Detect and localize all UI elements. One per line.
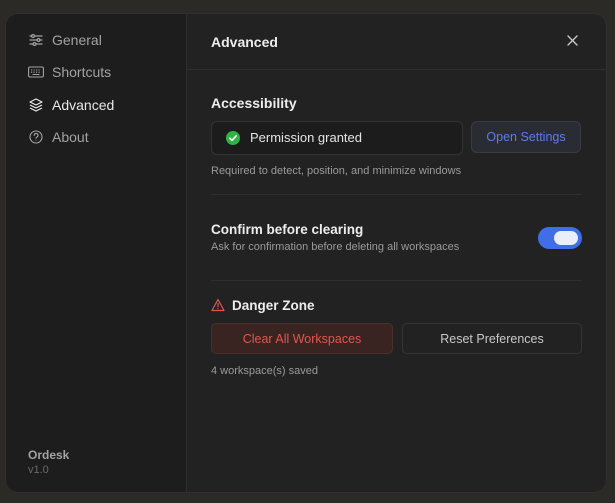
confirm-clearing-title: Confirm before clearing [211,222,364,237]
reset-preferences-button[interactable]: Reset Preferences [402,323,582,354]
accessibility-title: Accessibility [211,95,297,111]
section-divider [211,194,582,195]
sidebar-item-advanced[interactable]: Advanced [6,91,186,119]
open-settings-button[interactable]: Open Settings [471,121,581,153]
keyboard-icon [27,63,45,81]
clear-all-workspaces-button[interactable]: Clear All Workspaces [211,323,393,354]
section-divider [211,280,582,281]
app-name: Ordesk [28,448,70,462]
settings-window: General Shortcuts Advanced About Ordesk … [6,14,606,492]
danger-zone-title: Danger Zone [232,298,315,313]
sidebar-item-label: Advanced [52,97,115,113]
app-version: v1.0 [28,464,49,476]
sidebar-item-label: About [52,129,89,145]
confirm-clearing-toggle[interactable] [538,227,582,249]
toggle-knob [554,231,578,245]
main-panel: Advanced Accessibility Permission grante… [187,14,606,492]
page-title: Advanced [211,34,278,50]
permission-status-text: Permission granted [250,130,362,145]
help-circle-icon [27,128,45,146]
permission-status-box: Permission granted [211,121,463,155]
sliders-icon [27,31,45,49]
sidebar: General Shortcuts Advanced About Ordesk … [6,14,187,492]
confirm-clearing-description: Ask for confirmation before deleting all… [211,241,460,253]
close-button[interactable] [564,34,580,50]
accessibility-description: Required to detect, position, and minimi… [211,165,462,177]
close-icon [566,33,578,51]
sidebar-item-shortcuts[interactable]: Shortcuts [6,58,186,86]
warning-triangle-icon [211,298,225,312]
check-circle-icon [226,131,240,145]
header-divider [187,69,606,70]
sidebar-item-label: General [52,32,102,48]
sidebar-item-general[interactable]: General [6,26,186,54]
sidebar-item-about[interactable]: About [6,123,186,151]
layers-icon [27,96,45,114]
workspaces-saved-text: 4 workspace(s) saved [211,365,318,377]
sidebar-item-label: Shortcuts [52,64,112,80]
